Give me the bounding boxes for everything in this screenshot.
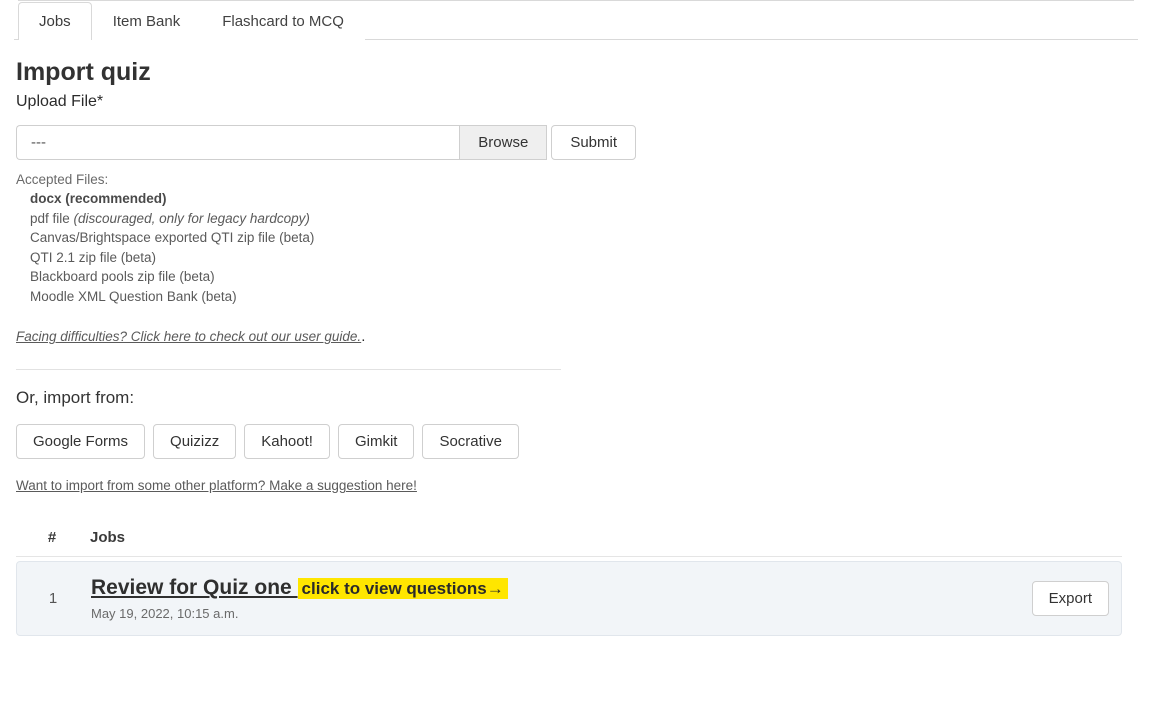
accepted-moodle: Moodle XML Question Bank (beta) bbox=[30, 287, 1122, 307]
accepted-files-heading: Accepted Files: bbox=[16, 172, 1122, 187]
upload-file-label: Upload File* bbox=[16, 93, 1122, 111]
suggest-platform-link[interactable]: Want to import from some other platform?… bbox=[16, 478, 417, 493]
tab-flashcard-to-mcq[interactable]: Flashcard to MCQ bbox=[201, 2, 365, 40]
accepted-qti-canvas: Canvas/Brightspace exported QTI zip file… bbox=[30, 228, 1122, 248]
export-button[interactable]: Export bbox=[1032, 581, 1109, 616]
accepted-pdf: pdf file (discouraged, only for legacy h… bbox=[30, 209, 1122, 229]
browse-button[interactable]: Browse bbox=[459, 125, 547, 160]
jobs-table: # Jobs 1 Review for Quiz one click to vi… bbox=[16, 517, 1122, 636]
job-timestamp: May 19, 2022, 10:15 a.m. bbox=[91, 606, 1032, 621]
page-title: Import quiz bbox=[16, 58, 1122, 87]
tabs-bar: Jobs Item Bank Flashcard to MCQ bbox=[14, 1, 1138, 40]
job-title-link[interactable]: Review for Quiz one bbox=[91, 576, 298, 599]
import-kahoot[interactable]: Kahoot! bbox=[244, 424, 330, 459]
accepted-qti21: QTI 2.1 zip file (beta) bbox=[30, 248, 1122, 268]
table-row: 1 Review for Quiz one click to view ques… bbox=[16, 561, 1122, 636]
divider bbox=[16, 369, 561, 370]
import-google-forms[interactable]: Google Forms bbox=[16, 424, 145, 459]
submit-button[interactable]: Submit bbox=[551, 125, 636, 160]
user-guide-link[interactable]: Facing difficulties? Click here to check… bbox=[16, 328, 365, 345]
import-quizizz[interactable]: Quizizz bbox=[153, 424, 236, 459]
import-from-label: Or, import from: bbox=[16, 388, 1122, 408]
col-number-header: # bbox=[22, 529, 82, 546]
accepted-files-list: docx (recommended) pdf file (discouraged… bbox=[16, 189, 1122, 306]
col-jobs-header: Jobs bbox=[82, 529, 1116, 546]
file-input-row: --- Browse Submit bbox=[16, 125, 636, 160]
jobs-table-header: # Jobs bbox=[16, 517, 1122, 557]
accepted-docx: docx (recommended) bbox=[30, 189, 1122, 209]
import-socrative[interactable]: Socrative bbox=[422, 424, 519, 459]
file-input[interactable]: --- bbox=[16, 125, 459, 160]
import-gimkit[interactable]: Gimkit bbox=[338, 424, 415, 459]
accepted-blackboard: Blackboard pools zip file (beta) bbox=[30, 267, 1122, 287]
job-view-questions-hint[interactable]: click to view questions→ bbox=[298, 578, 508, 599]
tab-item-bank[interactable]: Item Bank bbox=[92, 2, 202, 40]
platform-buttons: Google Forms Quizizz Kahoot! Gimkit Socr… bbox=[16, 424, 1122, 459]
job-number: 1 bbox=[23, 590, 83, 607]
tab-jobs[interactable]: Jobs bbox=[18, 2, 92, 40]
